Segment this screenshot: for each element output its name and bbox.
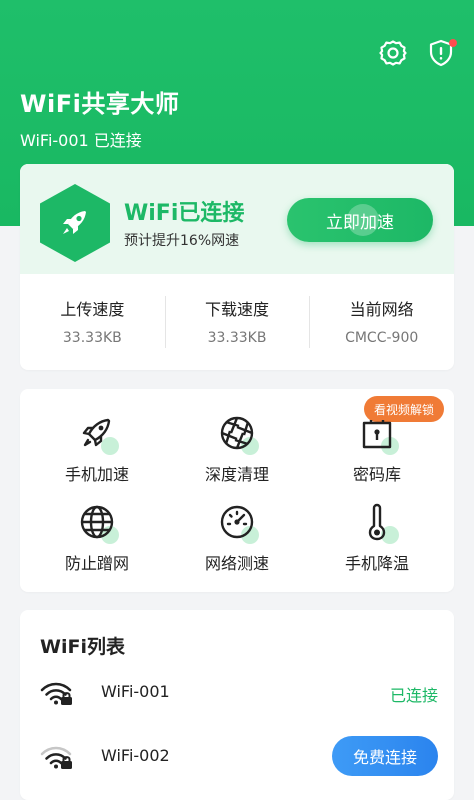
aperture-icon (217, 413, 259, 455)
stat-value: CMCC-900 (345, 330, 419, 346)
settings-icon[interactable] (378, 38, 408, 68)
tool-label: 网络测速 (204, 554, 269, 573)
tool-label: 深度清理 (204, 465, 269, 484)
app-title: WiFi共享大师 (20, 90, 180, 118)
speedometer-icon (217, 502, 259, 544)
stat-download: 下载速度 33.33KB (164, 274, 310, 370)
wifi-list-item[interactable]: WiFi-002 免费连接 (40, 736, 438, 776)
stat-label: 当前网络 (349, 300, 414, 319)
boost-button-label: 立即加速 (326, 212, 394, 233)
tool-anti-leech[interactable]: 防止蹭网 (37, 502, 157, 574)
tool-label: 防止蹭网 (64, 554, 129, 573)
shield-alert-icon[interactable] (426, 38, 457, 68)
speed-stats: 上传速度 33.33KB 下载速度 33.33KB 当前网络 CMCC-900 (20, 274, 454, 370)
tool-phone-boost[interactable]: 手机加速 (37, 413, 157, 485)
tool-label: 密码库 (352, 465, 401, 484)
stat-value: 33.33KB (62, 330, 122, 346)
tool-deep-clean[interactable]: 深度清理 (177, 413, 297, 485)
wifi-connected-status: 已连接 (389, 686, 438, 705)
tools-card: 看视频解锁 手机加速 深度清理 密码库 防止蹭网 网络测速 手机降温 (20, 389, 454, 592)
stat-label: 上传速度 (60, 300, 125, 319)
connected-network-subtitle: WiFi-001 已连接 (20, 131, 142, 150)
top-icons (378, 38, 457, 68)
stat-current-network: 当前网络 CMCC-900 (309, 274, 454, 370)
tool-label: 手机加速 (64, 465, 129, 484)
wifi-list-title: WiFi列表 (40, 636, 125, 658)
connection-status-card: WiFi已连接 预计提升16%网速 立即加速 上传速度 33.33KB 下载速度… (20, 164, 454, 370)
wifi-name: WiFi-002 (101, 746, 170, 765)
status-banner: WiFi已连接 预计提升16%网速 立即加速 (20, 164, 454, 274)
tool-label: 手机降温 (344, 554, 409, 573)
lock-box-icon (357, 413, 399, 455)
wifi-name: WiFi-001 (101, 682, 170, 701)
thermometer-icon (357, 502, 399, 544)
globe-icon (77, 502, 119, 544)
tool-speed-test[interactable]: 网络测速 (177, 502, 297, 574)
wifi-list-item[interactable]: WiFi-001 已连接 (40, 672, 438, 712)
rocket-icon (77, 413, 119, 455)
wifi-locked-icon (40, 744, 74, 770)
stat-upload: 上传速度 33.33KB (20, 274, 165, 370)
tool-cool-down[interactable]: 手机降温 (317, 502, 437, 574)
rocket-badge-icon (40, 184, 110, 262)
wifi-list-card: WiFi列表 WiFi-001 已连接 WiFi-002 免费连接 (20, 610, 454, 800)
stat-label: 下载速度 (205, 300, 270, 319)
wifi-locked-icon (40, 680, 74, 706)
boost-button[interactable]: 立即加速 (287, 198, 433, 242)
free-connect-button[interactable]: 免费连接 (332, 736, 438, 776)
status-title: WiFi已连接 (124, 201, 245, 226)
notification-dot (449, 39, 457, 47)
stat-value: 33.33KB (207, 330, 267, 346)
tool-password-vault[interactable]: 密码库 (317, 413, 437, 485)
status-description: 预计提升16%网速 (124, 233, 240, 249)
